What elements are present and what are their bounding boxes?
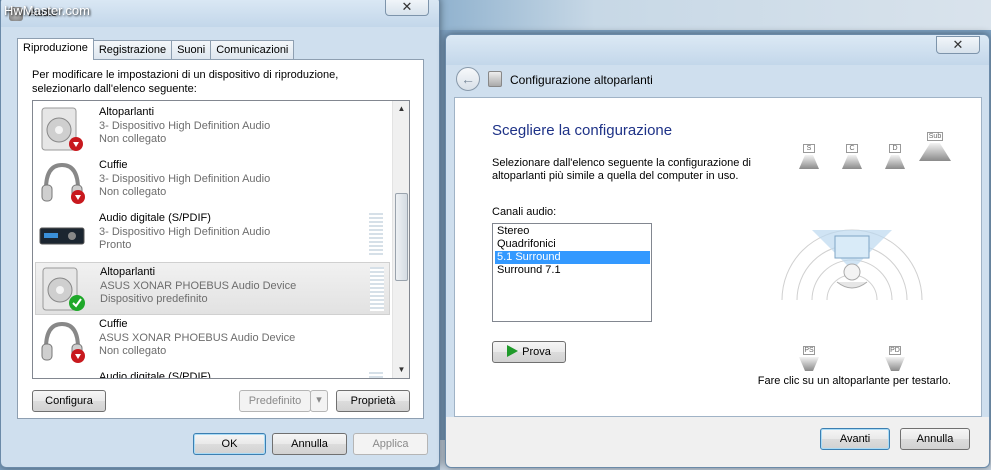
ok-button[interactable]: OK [193,433,266,455]
channels-label: Canali audio: [492,206,557,218]
list-item[interactable]: Cuffie ASUS XONAR PHOEBUS Audio Device N… [35,315,390,368]
subwoofer-icon[interactable]: Sub [919,132,951,161]
chevron-down-icon[interactable]: ▾ [310,390,328,412]
apply-button[interactable]: Applica [353,433,428,455]
cancel-button[interactable]: Annulla [272,433,347,455]
rear-right-speaker-icon[interactable]: PD [885,346,905,371]
level-meter [370,267,384,311]
level-meter [369,213,383,257]
device-name: Audio digitale (S/PDIF) [99,212,211,224]
tab-suoni[interactable]: Suoni [171,40,212,60]
device-description: 3- Dispositivo High Definition Audio [99,120,271,132]
next-button[interactable]: Avanti [820,428,890,450]
page-title: Scegliere la configurazione [492,122,673,139]
vertical-scrollbar[interactable]: ▲ ▼ [392,101,409,378]
playback-panel: Per modificare le impostazioni di un dis… [17,59,424,419]
left-speaker-icon[interactable]: S [799,144,819,169]
device-name: Altoparlanti [100,266,156,278]
device-name: Altoparlanti [99,106,155,118]
tab-comunicazioni[interactable]: Comunicazioni [210,40,295,60]
test-button-label: Prova [522,346,551,358]
right-speaker-icon[interactable]: D [885,144,905,169]
list-item[interactable]: Altoparlanti ASUS XONAR PHOEBUS Audio De… [35,262,390,315]
device-description: ASUS XONAR PHOEBUS Audio Device [100,280,297,292]
tab-riproduzione[interactable]: Riproduzione [17,38,94,60]
speaker-icon [41,107,83,151]
speaker-icon [42,267,85,311]
list-item[interactable]: Quadrifonici [495,238,650,251]
list-item[interactable]: Cuffie 3- Dispositivo High Definition Au… [35,156,390,209]
headphones-icon [41,162,85,204]
channel-list[interactable]: Stereo Quadrifonici 5.1 Surround Surroun… [492,223,652,322]
close-button[interactable]: ✕ [385,0,429,16]
level-meter [369,372,383,378]
spdif-device-icon [39,227,85,245]
audio-dialog: Audio ✕ Riproduzione Registrazione Suoni… [0,0,440,468]
device-name: Cuffie [99,159,128,171]
play-icon [507,345,519,357]
device-status: Non collegato [99,133,167,145]
headphones-icon [41,321,85,363]
tab-bar: Riproduzione Registrazione Suoni Comunic… [17,38,295,60]
scroll-up-icon[interactable]: ▲ [393,101,409,117]
device-name: Audio digitale (S/PDIF) [99,371,211,379]
speaker-label: S [803,144,815,153]
center-speaker-icon[interactable]: C [842,144,862,169]
list-item[interactable]: Surround 7.1 [495,264,650,277]
list-item[interactable]: Stereo [495,225,650,238]
properties-button[interactable]: Proprietà [336,390,410,412]
list-item[interactable]: Altoparlanti 3- Dispositivo High Definit… [35,103,390,156]
scroll-thumb[interactable] [395,193,408,281]
tab-registrazione[interactable]: Registrazione [92,40,173,60]
scroll-down-icon[interactable]: ▼ [393,362,409,378]
device-status: Dispositivo predefinito [100,293,208,305]
speaker-label: C [846,144,858,153]
device-description: 3- Dispositivo High Definition Audio [99,173,271,185]
back-arrow-icon[interactable]: ← [456,67,480,91]
set-default-button[interactable]: Predefinito [239,390,311,412]
device-description: ASUS XONAR PHOEBUS Audio Device [99,332,296,344]
device-status: Pronto [99,239,132,251]
instructions-text: Selezionare dall'elenco seguente la conf… [492,157,751,182]
speaker-label: Sub [927,132,943,141]
watermark: HwMaster.com [4,3,90,18]
speaker-label: PD [889,346,901,355]
device-list[interactable]: Altoparlanti 3- Dispositivo High Definit… [32,100,410,379]
window-title: Configurazione altoparlanti [510,73,653,87]
speaker-label: PS [803,346,815,355]
list-item[interactable]: 5.1 Surround [495,251,650,264]
instructions-text: Per modificare le impostazioni di un dis… [32,69,339,95]
close-button[interactable]: ✕ [936,36,980,54]
test-button[interactable]: Prova [492,341,566,363]
speaker-setup-dialog: ✕ ← Configurazione altoparlanti Sceglier… [445,34,990,468]
device-description: 3- Dispositivo High Definition Audio [99,226,271,238]
wizard-panel: Scegliere la configurazione Selezionare … [454,97,982,417]
device-status: Non collegato [99,345,167,357]
device-status: Non collegato [99,186,167,198]
device-name: Cuffie [99,318,128,330]
cancel-button[interactable]: Annulla [900,428,970,450]
list-item[interactable]: Audio digitale (S/PDIF) [35,368,390,379]
speaker-label: D [889,144,901,153]
speaker-app-icon [488,71,502,87]
room-diagram [781,229,923,301]
hint-text: Fare clic su un altoparlante per testarl… [757,375,951,387]
title-bar [446,35,989,65]
rear-left-speaker-icon[interactable]: PS [799,346,819,371]
list-item[interactable]: Audio digitale (S/PDIF) 3- Dispositivo H… [35,209,390,262]
configure-button[interactable]: Configura [32,390,106,412]
